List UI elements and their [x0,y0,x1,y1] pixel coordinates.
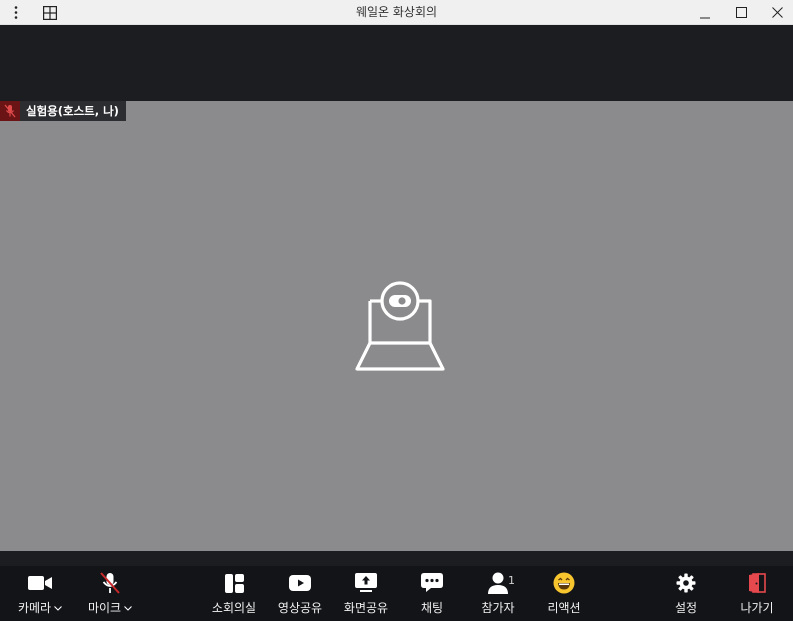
chat-button[interactable]: 채팅 [404,566,460,621]
video-camera-icon [20,566,60,600]
settings-button[interactable]: 설정 [658,566,714,621]
participants-count: 1 [508,574,515,587]
participant-name: 실험용(호스트, 나) [26,104,119,118]
play-icon [280,566,320,600]
leave-label: 나가기 [740,601,774,615]
laughing-emoji-icon [544,566,584,600]
breakout-rooms-icon [214,566,254,600]
screen-share-icon [346,566,386,600]
camera-label: 카메라 [17,601,52,615]
bottom-spacer [0,551,793,566]
mic-label: 마이크 [87,601,122,615]
microphone-muted-icon [0,101,20,121]
chat-icon [412,566,452,600]
reaction-button[interactable]: 리액션 [536,566,592,621]
participant-name-tag: 실험용(호스트, 나) [0,101,126,121]
participant-video-tile[interactable]: 실험용(호스트, 나) [0,101,793,551]
close-icon[interactable] [765,0,789,25]
video-share-button[interactable]: 영상공유 [272,566,328,621]
screen-share-label: 화면공유 [343,601,389,615]
chat-label: 채팅 [420,601,444,615]
meeting-toolbar: 카메라 마이크 소회의실 영상공유 화면공유 채팅 1 참가자 리액션 설정 나… [0,566,793,621]
reaction-label: 리액션 [547,601,581,615]
video-share-label: 영상공유 [277,601,323,615]
maximize-icon[interactable] [729,0,753,25]
breakout-label: 소회의실 [211,601,257,615]
participants-button[interactable]: 1 참가자 [470,566,526,621]
top-spacer [0,25,793,101]
breakout-rooms-button[interactable]: 소회의실 [206,566,262,621]
mic-button[interactable]: 마이크 [82,566,138,621]
minimize-icon[interactable] [693,0,717,25]
screen-share-button[interactable]: 화면공유 [338,566,394,621]
leave-button[interactable]: 나가기 [729,566,785,621]
exit-door-icon [737,566,777,600]
microphone-muted-icon [90,566,130,600]
title-bar: 웨일온 화상회의 [0,0,793,25]
participants-label: 참가자 [481,601,515,615]
chevron-down-icon[interactable] [54,606,62,611]
settings-label: 설정 [674,601,698,615]
person-icon: 1 [478,566,518,600]
chevron-down-icon[interactable] [124,606,132,611]
camera-button[interactable]: 카메라 [12,566,68,621]
gear-icon [666,566,706,600]
window-title: 웨일온 화상회의 [355,5,438,19]
camera-off-icon [352,279,448,373]
